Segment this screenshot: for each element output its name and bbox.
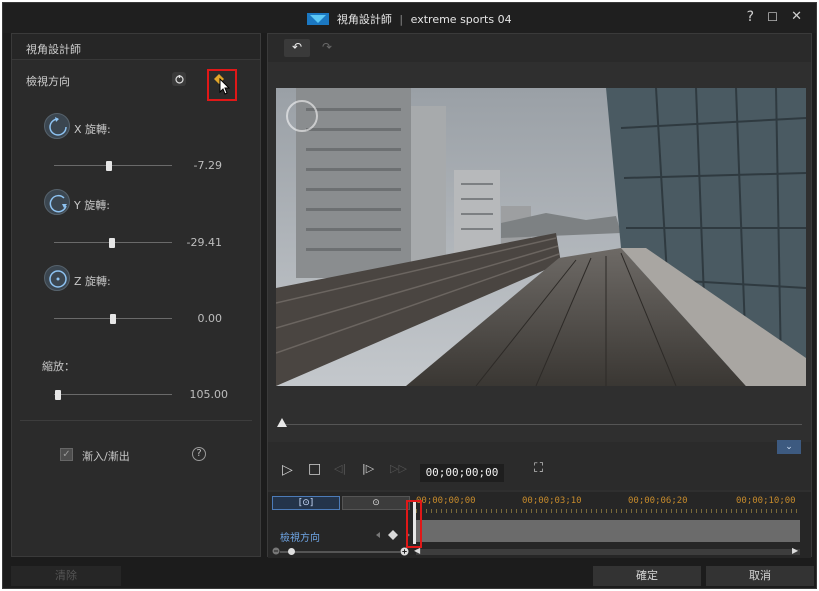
time-mark: 00;00;00;00 (416, 496, 476, 506)
z-rotation-value: 0.00 (197, 312, 223, 325)
dialog-window: 視角設計師 | extreme sports 04 ? ☐ ✕ 視角設計師 檢視… (2, 2, 817, 589)
timeline-scrollbar[interactable] (416, 549, 800, 555)
navigation-ring-icon[interactable] (286, 100, 318, 132)
y-rotation-slider[interactable] (54, 238, 172, 248)
ok-button[interactable]: 確定 (593, 566, 701, 586)
app-name: 視角設計師 (336, 13, 392, 26)
timeline-ruler[interactable] (416, 509, 800, 513)
help-button[interactable]: ? (747, 9, 754, 25)
maximize-button[interactable]: ☐ (767, 10, 778, 24)
zoom-label: 縮放： (42, 360, 75, 373)
redo-button[interactable]: ↷ (314, 39, 340, 57)
fade-checkbox[interactable]: ✓ (60, 448, 73, 461)
mouse-cursor-icon (219, 78, 231, 95)
timeline-tab-view[interactable]: [⊙] (272, 496, 340, 510)
preview-panel: ↶ ↷ ⌄ ▷ □ ◁| |▷ ▷▷ 00;00;00;00 ⛶ [⊙] ⊙ 0… (267, 33, 812, 558)
time-mark: 00;00;10;00 (736, 496, 796, 506)
timeline-tab-speed[interactable]: ⊙ (342, 496, 410, 510)
scrubber-thumb[interactable] (277, 418, 287, 427)
reset-icon (174, 74, 184, 84)
zoom-in-icon[interactable] (400, 547, 409, 556)
z-rotation-icon (44, 265, 70, 291)
stop-button[interactable]: □ (308, 461, 321, 477)
scene-image (276, 88, 806, 386)
slider-thumb[interactable] (110, 314, 116, 324)
y-rotation-icon (44, 189, 70, 215)
x-rotation-icon (44, 113, 70, 139)
previous-frame-button[interactable]: ◁| (334, 462, 346, 475)
view-direction-title: 檢視方向 (26, 75, 70, 88)
slider-thumb[interactable] (106, 161, 113, 171)
project-name: extreme sports 04 (410, 13, 512, 26)
panel-header: 視角設計師 (12, 34, 260, 60)
timecode-display: 00;00;00;00 (420, 464, 504, 482)
help-icon[interactable]: ? (192, 447, 206, 461)
scroll-right-icon[interactable]: ▶ (792, 546, 798, 555)
reset-button[interactable]: 清除 (11, 566, 121, 586)
x-rotation-value: -7.29 (193, 159, 222, 172)
scroll-left-icon[interactable]: ◀ (414, 546, 420, 555)
zoom-out-icon[interactable] (272, 547, 280, 555)
reset-keyframe-button[interactable] (172, 72, 186, 86)
cancel-button[interactable]: 取消 (706, 566, 814, 586)
undo-button[interactable]: ↶ (284, 39, 310, 57)
time-mark: 00;00;06;20 (628, 496, 688, 506)
y-rotation-value: -29.41 (186, 236, 222, 249)
zoom-slider[interactable] (54, 390, 172, 400)
z-rotation-label: Z 旋轉: (74, 275, 111, 288)
divider (20, 420, 252, 421)
app-logo-icon (307, 13, 330, 25)
playhead-highlight-box (406, 500, 422, 548)
collapse-button[interactable]: ⌄ (777, 440, 801, 454)
playback-controls: ⌄ ▷ □ ◁| |▷ ▷▷ 00;00;00;00 ⛶ (268, 440, 811, 490)
z-rotation-slider[interactable] (54, 314, 172, 324)
video-preview[interactable] (276, 88, 806, 386)
keyframe-nav-icon[interactable] (376, 530, 410, 540)
fast-forward-button[interactable]: ▷▷ (390, 462, 407, 475)
zoom-value: 105.00 (189, 388, 229, 401)
window-title: 視角設計師 | extreme sports 04 (3, 11, 816, 27)
keyframe-timeline: [⊙] ⊙ 00;00;00;00 00;00;03;10 00;00;06;2… (268, 492, 811, 558)
slider-thumb[interactable] (54, 390, 61, 400)
y-rotation-label: Y 旋轉: (74, 199, 110, 212)
track-label: 檢視方向 (280, 533, 320, 544)
playback-scrubber[interactable] (282, 424, 802, 425)
zoom-thumb[interactable] (288, 548, 295, 555)
x-rotation-label: X 旋轉: (74, 123, 111, 136)
title-separator: | (399, 13, 404, 26)
play-button[interactable]: ▷ (282, 462, 293, 478)
next-frame-button[interactable]: |▷ (362, 462, 374, 475)
fullscreen-button[interactable]: ⛶ (534, 461, 543, 476)
timeline-clip[interactable] (416, 520, 800, 542)
undo-toolbar: ↶ ↷ (268, 34, 811, 62)
slider-thumb[interactable] (108, 238, 115, 248)
time-mark: 00;00;03;10 (522, 496, 582, 506)
designer-panel: 視角設計師 檢視方向 X 旋轉: -7.29 Y 旋轉: -29.41 Z 旋轉… (11, 33, 261, 557)
title-bar: 視角設計師 | extreme sports 04 ? ☐ ✕ (3, 3, 816, 33)
timeline-zoom-slider[interactable] (280, 551, 400, 553)
fade-label: 漸入/漸出 (82, 450, 130, 463)
close-button[interactable]: ✕ (791, 9, 802, 24)
x-rotation-slider[interactable] (54, 161, 172, 171)
